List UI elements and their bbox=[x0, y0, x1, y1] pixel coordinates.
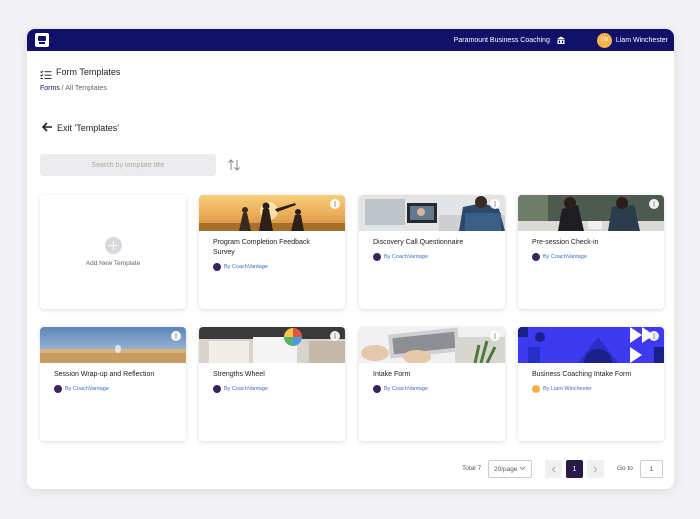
template-card[interactable]: Strengths Wheel By CoachVantage bbox=[199, 327, 345, 441]
breadcrumb-forms-link[interactable]: Forms bbox=[40, 85, 60, 92]
template-thumbnail bbox=[359, 327, 505, 363]
more-options-icon[interactable] bbox=[330, 331, 340, 341]
search-input[interactable] bbox=[40, 154, 216, 176]
author-name[interactable]: By CoachVantage bbox=[224, 264, 268, 270]
more-options-icon[interactable] bbox=[649, 199, 659, 209]
template-thumbnail bbox=[199, 327, 345, 363]
template-card[interactable]: Intake Form By CoachVantage bbox=[359, 327, 505, 441]
template-card[interactable]: Business Coaching Intake Form By Liam Wi… bbox=[518, 327, 664, 441]
author-name[interactable]: By CoachVantage bbox=[224, 386, 268, 392]
checklist-icon bbox=[40, 67, 52, 79]
template-author: By Liam Winchester bbox=[518, 380, 664, 393]
page-size-value: 20/page bbox=[494, 465, 518, 473]
next-page-button[interactable] bbox=[587, 460, 604, 478]
more-options-icon[interactable] bbox=[490, 199, 500, 209]
author-name[interactable]: By CoachVantage bbox=[384, 386, 428, 392]
template-thumbnail bbox=[40, 327, 186, 363]
template-author: By CoachVantage bbox=[359, 380, 505, 393]
author-avatar bbox=[54, 385, 62, 393]
breadcrumb: Forms / All Templates bbox=[40, 85, 107, 92]
template-card[interactable]: Session Wrap-up and Reflection By CoachV… bbox=[40, 327, 186, 441]
template-thumbnail bbox=[359, 195, 505, 231]
page-header: Form Templates bbox=[40, 67, 121, 79]
author-avatar bbox=[532, 253, 540, 261]
page-size-select[interactable]: 20/page bbox=[488, 460, 532, 478]
template-title: Pre-session Check-in bbox=[532, 239, 599, 246]
template-title: Session Wrap-up and Reflection bbox=[54, 371, 155, 378]
more-options-icon[interactable] bbox=[490, 331, 500, 341]
user-avatar[interactable]: LW bbox=[596, 32, 612, 48]
template-author: By CoachVantage bbox=[518, 248, 664, 261]
template-title: Discovery Call Questionnaire bbox=[373, 239, 464, 246]
author-name[interactable]: By CoachVantage bbox=[543, 254, 587, 260]
author-avatar bbox=[532, 385, 540, 393]
template-thumbnail bbox=[518, 327, 664, 363]
organization-name[interactable]: Paramount Business Coaching bbox=[454, 37, 550, 44]
template-title: Program Completion Feedback Survey bbox=[213, 239, 310, 256]
more-options-icon[interactable] bbox=[649, 331, 659, 341]
author-name[interactable]: By CoachVantage bbox=[65, 386, 109, 392]
building-icon[interactable] bbox=[556, 35, 567, 46]
author-name[interactable]: By Liam Winchester bbox=[543, 386, 592, 392]
goto-page-input[interactable] bbox=[640, 460, 663, 478]
template-thumbnail bbox=[199, 195, 345, 231]
template-card[interactable]: Program Completion Feedback Survey By Co… bbox=[199, 195, 345, 309]
template-author: By CoachVantage bbox=[199, 380, 345, 393]
add-new-template-card[interactable]: Add New Template bbox=[40, 195, 186, 309]
more-options-icon[interactable] bbox=[171, 331, 181, 341]
user-name[interactable]: Liam Winchester bbox=[616, 37, 668, 44]
page-title: Form Templates bbox=[56, 67, 121, 77]
template-title: Intake Form bbox=[373, 371, 411, 378]
author-avatar bbox=[213, 263, 221, 271]
total-count: Total 7 bbox=[462, 465, 482, 472]
breadcrumb-current: All Templates bbox=[65, 85, 107, 92]
template-card[interactable]: Pre-session Check-in By CoachVantage bbox=[518, 195, 664, 309]
previous-page-button[interactable] bbox=[545, 460, 562, 478]
template-author: By CoachVantage bbox=[199, 258, 345, 271]
goto-label: Go to bbox=[617, 465, 633, 472]
template-title: Strengths Wheel bbox=[213, 371, 265, 378]
template-thumbnail bbox=[518, 195, 664, 231]
more-options-icon[interactable] bbox=[330, 199, 340, 209]
add-new-template-label: Add New Template bbox=[85, 260, 141, 267]
template-title: Business Coaching Intake Form bbox=[532, 371, 632, 378]
top-navbar: Paramount Business Coaching LW Liam Winc… bbox=[27, 29, 674, 51]
page-number-button[interactable]: 1 bbox=[566, 460, 583, 478]
template-card[interactable]: Discovery Call Questionnaire By CoachVan… bbox=[359, 195, 505, 309]
template-author: By CoachVantage bbox=[359, 248, 505, 261]
chevron-down-icon bbox=[519, 466, 526, 473]
exit-templates-label: Exit 'Templates' bbox=[57, 123, 119, 133]
author-avatar bbox=[373, 385, 381, 393]
plus-icon bbox=[104, 237, 122, 254]
author-name[interactable]: By CoachVantage bbox=[384, 254, 428, 260]
arrow-left-icon bbox=[41, 119, 53, 137]
exit-templates-button[interactable]: Exit 'Templates' bbox=[41, 119, 119, 137]
app-window: Paramount Business Coaching LW Liam Winc… bbox=[27, 29, 674, 489]
author-avatar bbox=[373, 253, 381, 261]
sort-icon[interactable] bbox=[227, 158, 241, 172]
pagination: Total 7 20/page 1 Go to bbox=[27, 460, 674, 478]
author-avatar bbox=[213, 385, 221, 393]
brand-logo[interactable] bbox=[35, 33, 49, 47]
template-author: By CoachVantage bbox=[40, 380, 186, 393]
